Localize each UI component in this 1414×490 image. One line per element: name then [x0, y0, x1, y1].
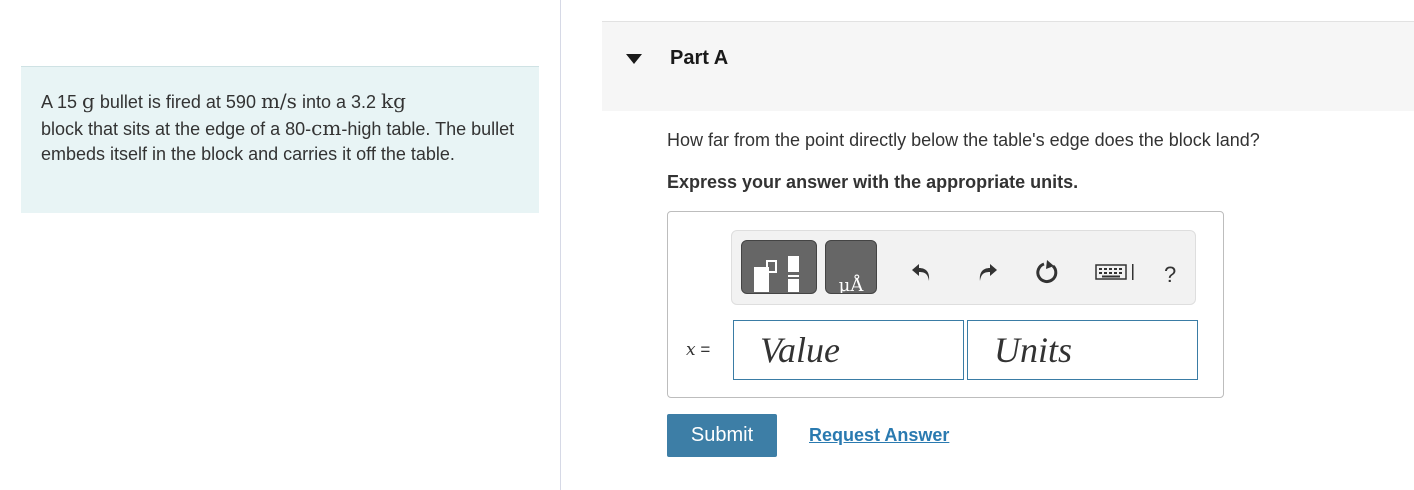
- request-answer-link[interactable]: Request Answer: [809, 425, 949, 446]
- units-icon: μÅ: [839, 274, 865, 296]
- collapse-caret-icon[interactable]: [626, 54, 642, 64]
- column-divider: [560, 0, 561, 490]
- reset-button[interactable]: [1032, 257, 1062, 287]
- variable-label: x =: [686, 340, 710, 360]
- variable-x: x: [686, 340, 696, 360]
- units-input[interactable]: [967, 320, 1198, 380]
- problem-text-4: block that sits at the edge of a 80-: [41, 118, 312, 139]
- problem-text-3: into a 3.2: [296, 92, 381, 112]
- undo-icon: [912, 264, 930, 281]
- templates-button[interactable]: [741, 240, 817, 294]
- problem-text-2: bullet is fired at 590: [94, 92, 261, 112]
- equals-sign: =: [695, 340, 711, 359]
- unit-grams: g: [82, 89, 95, 113]
- value-input[interactable]: [733, 320, 964, 380]
- units-button[interactable]: μÅ: [825, 240, 877, 296]
- math-toolbar: μÅ ?: [731, 230, 1196, 305]
- help-icon[interactable]: ?: [1164, 262, 1176, 288]
- problem-statement: A 15 g bullet is fired at 590 m/s into a…: [21, 66, 539, 213]
- reset-icon: [1036, 260, 1058, 284]
- redo-button[interactable]: [972, 257, 1002, 287]
- answer-box: μÅ ? x = Value Units: [667, 211, 1224, 398]
- templates-icon: [754, 256, 799, 292]
- undo-button[interactable]: [907, 257, 937, 287]
- question-text: How far from the point directly below th…: [667, 130, 1260, 150]
- unit-centimeters: cm: [311, 115, 342, 140]
- unit-kilograms: kg: [381, 89, 406, 113]
- part-title: Part A: [670, 47, 729, 69]
- redo-icon: [979, 264, 997, 281]
- instruction-text: Express your answer with the appropriate…: [667, 172, 1079, 192]
- keyboard-button[interactable]: [1094, 257, 1136, 287]
- unit-meters-per-second: m/s: [260, 89, 297, 113]
- keyboard-icon: [1095, 264, 1134, 280]
- svg-text:μÅ: μÅ: [839, 274, 865, 293]
- part-header[interactable]: Part A: [602, 21, 1414, 111]
- submit-button[interactable]: Submit: [667, 414, 777, 457]
- problem-text-1: A 15: [41, 92, 83, 112]
